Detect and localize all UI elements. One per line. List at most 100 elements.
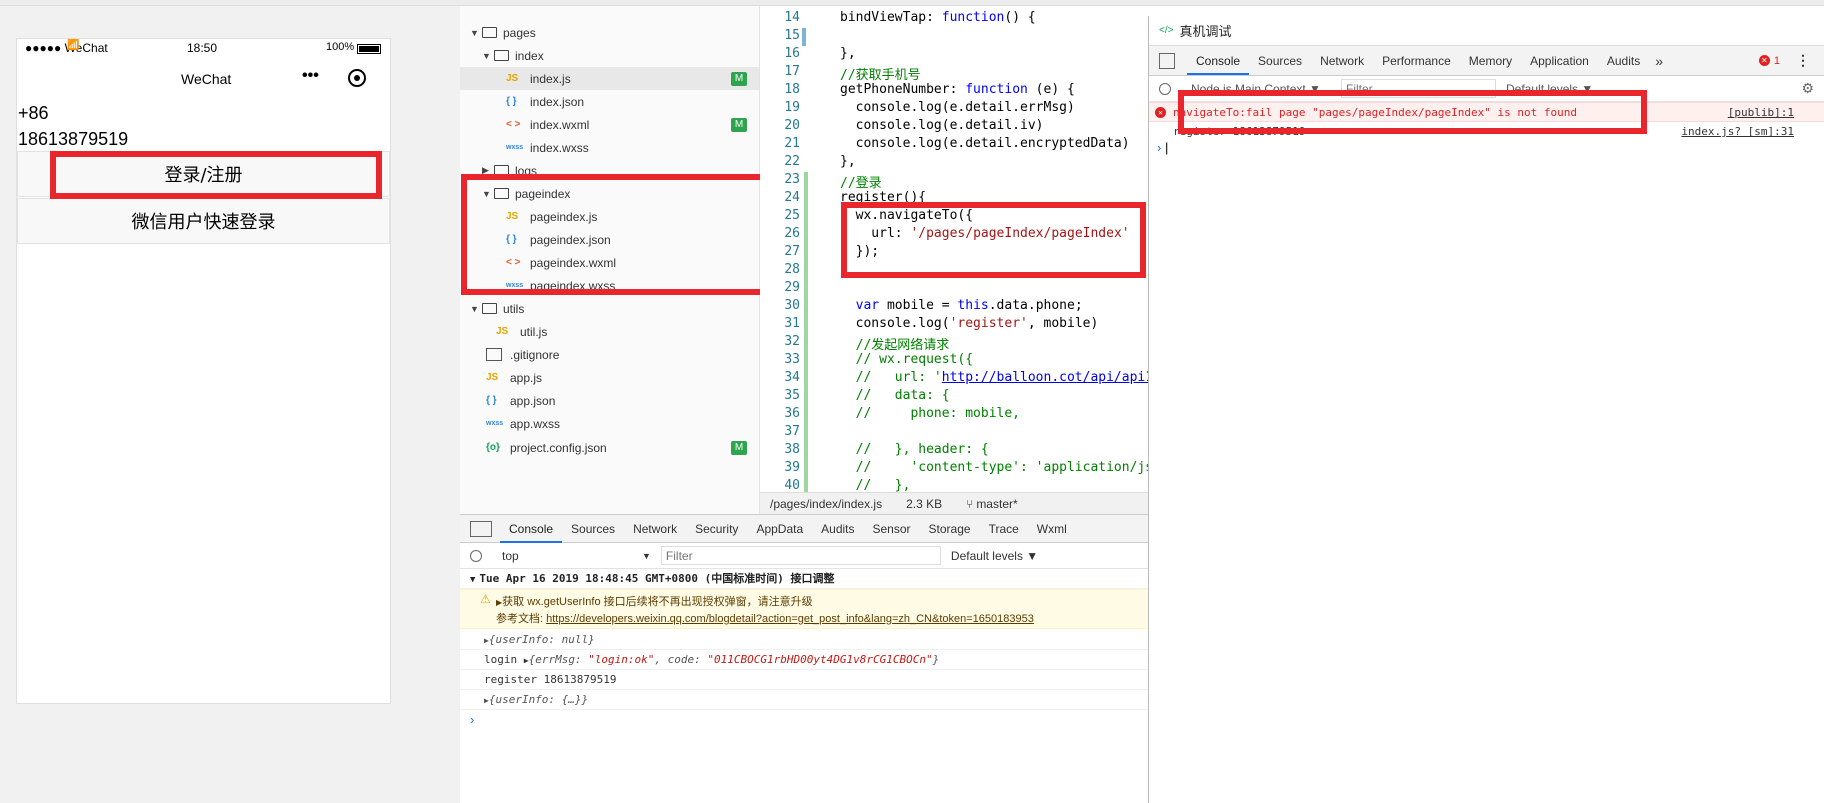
tree-label: app.json (510, 393, 556, 408)
tree-label: index.wxml (530, 117, 590, 132)
more-tabs-icon[interactable]: » (1655, 53, 1663, 69)
js-file-icon: JS (496, 326, 509, 337)
nav-bar: WeChat ••• (17, 59, 390, 99)
more-menu-icon[interactable]: ••• (302, 67, 319, 85)
devtools-console: Console Sources Network Security AppData… (460, 514, 1148, 803)
tree-file-util-js[interactable]: JS util.js (496, 320, 547, 343)
tree-file-app-js[interactable]: JS app.js (486, 366, 542, 389)
status-bar: ●●●●● WeChat 📶 18:50 100% (17, 39, 390, 59)
wxss-file-icon: wxss (506, 144, 524, 151)
kebab-menu-icon[interactable]: ⋮ (1796, 52, 1810, 69)
inspect-element-icon[interactable] (470, 520, 492, 537)
tab-storage[interactable]: Storage (920, 515, 980, 543)
editor-status-bar: /pages/index/index.js 2.3 KB ⑂ master* (760, 492, 1148, 514)
line-number: 37 (784, 424, 800, 439)
tree-folder-index[interactable]: ▼ index (482, 44, 544, 67)
remote-tab-network[interactable]: Network (1311, 47, 1373, 75)
error-icon: ✕ (1155, 107, 1166, 118)
remote-tab-audits[interactable]: Audits (1598, 47, 1649, 75)
log-userinfo-obj[interactable]: ▶{userInfo: {…}} (460, 690, 1148, 710)
wechat-quick-login-button[interactable]: 微信用户快速登录 (17, 198, 390, 244)
doc-link[interactable]: https://developers.weixin.qq.com/blogdet… (546, 613, 1034, 625)
tree-file-index-js[interactable]: JS index.js M (460, 67, 759, 90)
js-file-icon: JS (506, 73, 519, 84)
code-line-34: // url: 'http://balloon.cot/api/api1 (840, 370, 1148, 385)
levels-select[interactable]: Default levels ▼ (951, 549, 1038, 563)
highlight-navigate-code (841, 202, 1146, 278)
log-userinfo-null[interactable]: ▶{userInfo: null} (460, 630, 1148, 650)
tree-file-index-json[interactable]: { } index.json (506, 90, 584, 113)
clear-console-icon[interactable] (470, 549, 482, 562)
remote-tab-application[interactable]: Application (1521, 47, 1598, 75)
code-line-31: console.log('register', mobile) (840, 316, 1099, 331)
tree-file-app-wxss[interactable]: wxss app.wxss (486, 412, 560, 435)
remote-title: 真机调试 (1179, 24, 1232, 39)
console-prompt-icon[interactable]: › (470, 712, 474, 727)
tab-sources[interactable]: Sources (562, 515, 624, 543)
tab-appdata[interactable]: AppData (747, 515, 812, 543)
phone-screen: ●●●●● WeChat 📶 18:50 100% WeChat ••• +86… (16, 38, 391, 704)
tree-file-index-wxss[interactable]: wxss index.wxss (506, 136, 589, 159)
code-line-23: //登录 (840, 176, 882, 191)
line-number: 35 (784, 388, 800, 403)
tree-folder-pages[interactable]: ▼ pages (470, 21, 536, 44)
line-number: 22 (784, 154, 800, 169)
tree-label: util.js (520, 324, 548, 339)
close-capsule-icon[interactable] (348, 69, 366, 87)
tab-audits[interactable]: Audits (812, 515, 863, 543)
tab-network[interactable]: Network (624, 515, 686, 543)
tree-label: index.json (530, 94, 585, 109)
highlight-pageindex-folder (461, 174, 769, 295)
code-icon: </> (1159, 25, 1174, 36)
tab-sensor[interactable]: Sensor (864, 515, 920, 543)
line-number: 29 (784, 280, 800, 295)
remote-prompt-icon[interactable]: › | (1157, 140, 1168, 155)
error-badge-icon: ✕ (1758, 55, 1770, 66)
code-line-16: }, (840, 46, 856, 61)
remote-tab-memory[interactable]: Memory (1460, 47, 1521, 75)
console-group-header[interactable]: ▼ Tue Apr 16 2019 18:48:45 GMT+0800 (中国标准… (460, 569, 1148, 589)
remote-tab-bar: Console Sources Network Performance Memo… (1149, 46, 1824, 76)
remote-tab-sources[interactable]: Sources (1249, 47, 1311, 75)
highlight-login-button (50, 151, 382, 199)
git-branch[interactable]: master* (976, 497, 1017, 511)
remote-tab-performance[interactable]: Performance (1373, 47, 1460, 75)
line-number: 32 (784, 334, 800, 349)
log-login[interactable]: login ▶{errMsg: "login:ok", code: "011CB… (460, 650, 1148, 670)
branch-icon: ⑂ (966, 496, 974, 511)
tree-label: index (515, 48, 544, 63)
remote-tab-console[interactable]: Console (1187, 47, 1250, 75)
tab-trace[interactable]: Trace (980, 515, 1028, 543)
clear-console-icon[interactable] (1159, 82, 1171, 95)
line-number: 16 (784, 46, 800, 61)
gear-icon[interactable]: ⚙ (1801, 80, 1814, 97)
error-source-link[interactable]: [publib]:1 (1728, 103, 1794, 123)
folder-open-icon (494, 50, 509, 61)
code-line-14: bindViewTap: function() { (840, 10, 1036, 25)
line-number: 27 (784, 244, 800, 259)
tree-folder-utils[interactable]: ▼ utils (470, 297, 524, 320)
log-source-link[interactable]: index.js? [sm]:31 (1681, 123, 1794, 141)
inspect-element-icon[interactable] (1159, 52, 1175, 69)
country-code: +86 (18, 103, 49, 123)
error-count[interactable]: 1 (1774, 55, 1780, 67)
console-filter-input[interactable] (660, 546, 941, 565)
tree-file-gitignore[interactable]: .gitignore (486, 343, 559, 366)
code-line-39: // 'content-type': 'application/jso (840, 460, 1148, 475)
code-line-38: // }, header: { (840, 442, 989, 457)
tree-file-app-json[interactable]: { } app.json (486, 389, 555, 412)
tree-file-index-wxml[interactable]: < > index.wxml M (506, 113, 759, 136)
json-file-icon: { } (486, 395, 497, 406)
tree-file-project-config[interactable]: {o} project.config.json M (486, 436, 759, 459)
code-line-17: //获取手机号 (840, 68, 921, 83)
code-line-20: console.log(e.detail.iv) (840, 118, 1044, 133)
tree-label: app.js (510, 370, 543, 385)
tab-wxml[interactable]: Wxml (1028, 515, 1076, 543)
context-select[interactable]: top (502, 549, 642, 563)
code-line-32: //发起网络请求 (840, 338, 950, 353)
tab-console[interactable]: Console (500, 515, 563, 543)
line-number: 25 (784, 208, 800, 223)
remote-debug-window: </> 真机调试 Console Sources Network Perform… (1148, 16, 1824, 803)
tab-security[interactable]: Security (686, 515, 747, 543)
highlight-error-message (1178, 90, 1647, 134)
